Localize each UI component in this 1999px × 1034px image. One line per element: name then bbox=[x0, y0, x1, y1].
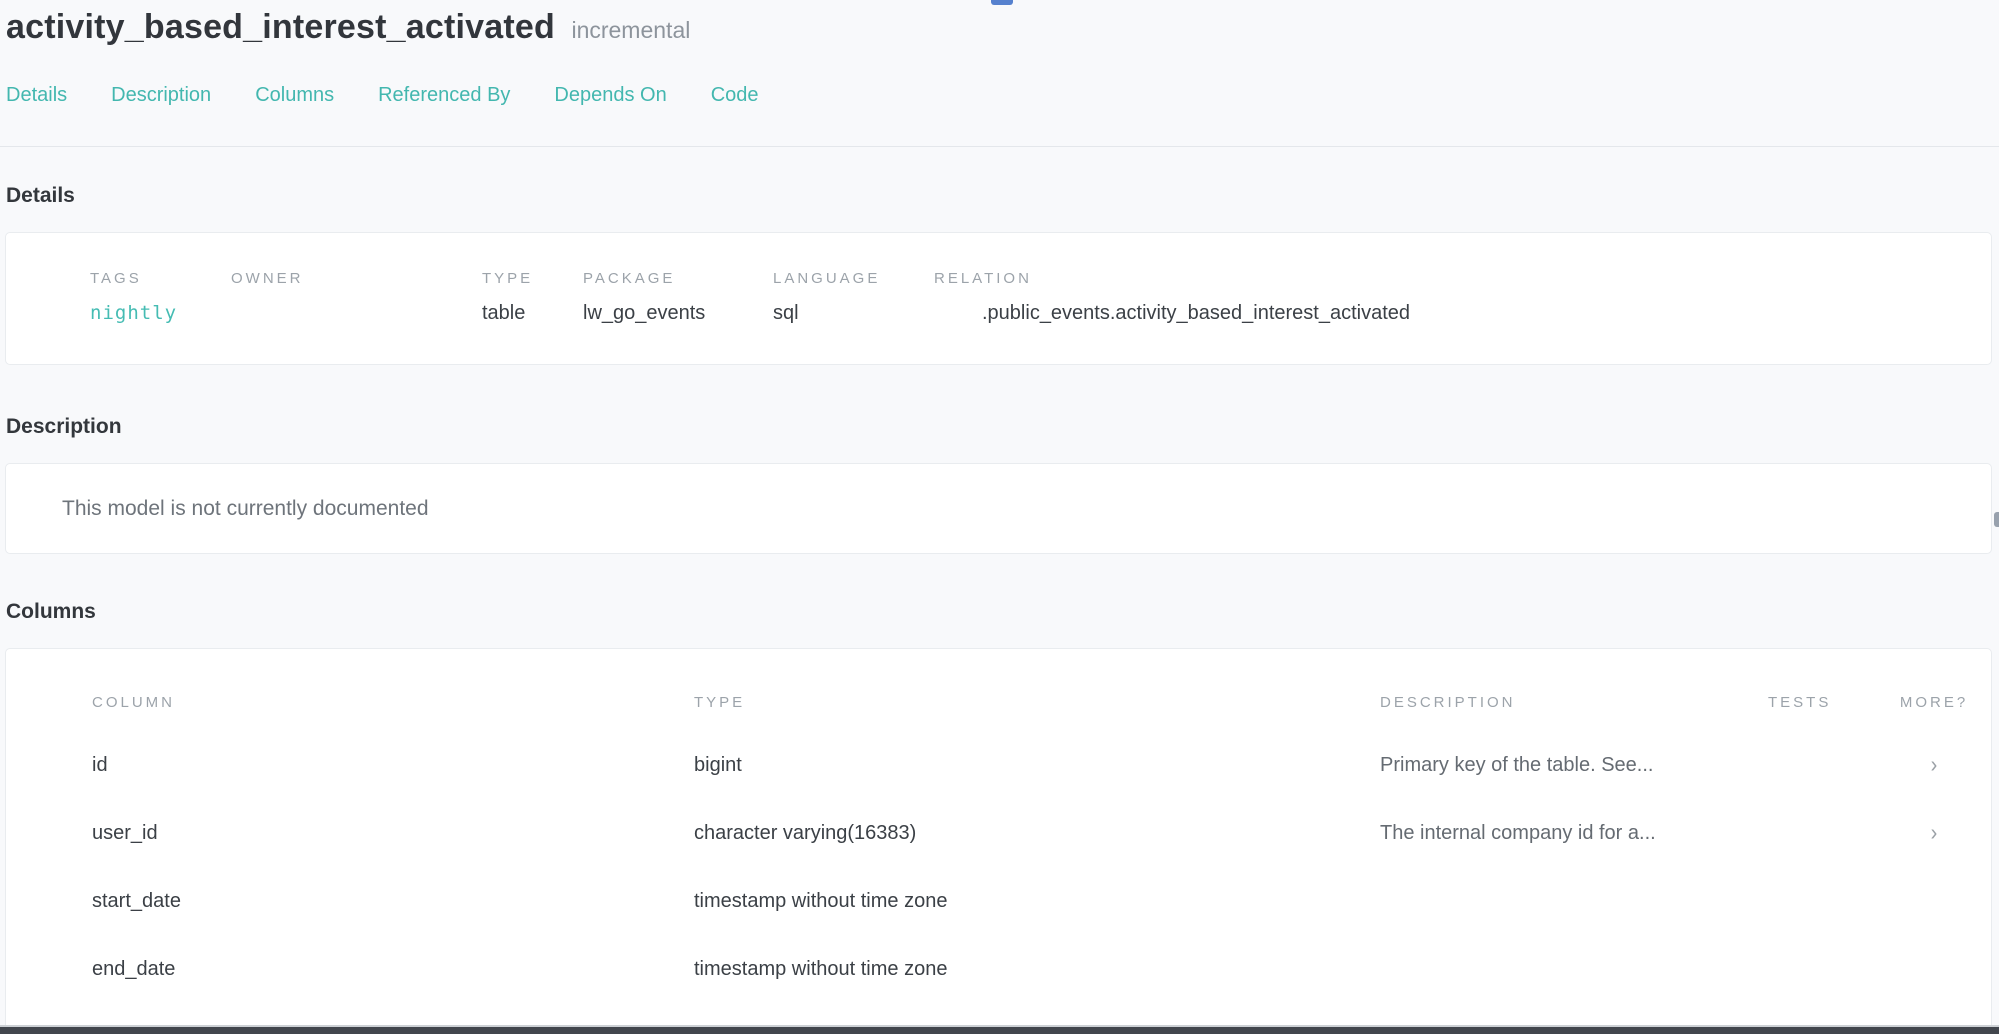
cell-column-description: Primary key of the table. See... bbox=[1380, 754, 1768, 777]
field-label-relation: RELATION bbox=[934, 270, 1991, 287]
bottom-edge-bar bbox=[0, 1025, 1999, 1034]
field-label-package: PACKAGE bbox=[583, 270, 773, 287]
tab-details[interactable]: Details bbox=[6, 83, 67, 107]
column-header-type: TYPE bbox=[694, 694, 1380, 711]
cut-off-edge-button[interactable] bbox=[1994, 512, 1999, 527]
field-language: LANGUAGE sql bbox=[773, 270, 934, 326]
description-section-heading: Description bbox=[6, 415, 1999, 439]
description-text: This model is not currently documented bbox=[62, 496, 1991, 522]
cell-column-name: id bbox=[92, 754, 694, 777]
columns-card: COLUMN TYPE DESCRIPTION TESTS MORE? id b… bbox=[5, 648, 1992, 1034]
field-value-package: lw_go_events bbox=[583, 301, 773, 326]
field-label-tags: TAGS bbox=[90, 270, 231, 287]
tab-columns[interactable]: Columns bbox=[255, 83, 334, 107]
nav-divider bbox=[0, 146, 1999, 147]
field-label-type: TYPE bbox=[482, 270, 583, 287]
column-header-column: COLUMN bbox=[92, 694, 694, 711]
cell-column-type: timestamp without time zone bbox=[694, 958, 1380, 981]
row-expand-chevron-icon[interactable]: › bbox=[1931, 752, 1938, 778]
field-tags: TAGS nightly bbox=[90, 270, 231, 326]
tab-nav: Details Description Columns Referenced B… bbox=[6, 83, 1999, 107]
field-value-type: table bbox=[482, 301, 583, 326]
cell-column-type: character varying(16383) bbox=[694, 822, 1380, 845]
table-row-id[interactable]: id bigint Primary key of the table. See.… bbox=[6, 731, 1991, 799]
tab-depends-on[interactable]: Depends On bbox=[554, 83, 666, 107]
cell-column-name: end_date bbox=[92, 958, 694, 981]
field-value-owner bbox=[231, 301, 482, 326]
field-relation: RELATION .public_events.activity_based_i… bbox=[934, 270, 1991, 326]
column-header-more: MORE? bbox=[1894, 694, 1974, 711]
field-package: PACKAGE lw_go_events bbox=[583, 270, 773, 326]
details-section-heading: Details bbox=[6, 184, 1999, 208]
column-header-description: DESCRIPTION bbox=[1380, 694, 1768, 711]
column-header-tests: TESTS bbox=[1768, 694, 1894, 711]
cell-column-name: start_date bbox=[92, 890, 694, 913]
table-row-start-date[interactable]: start_date timestamp without time zone bbox=[6, 867, 1991, 935]
columns-table-body: id bigint Primary key of the table. See.… bbox=[6, 731, 1991, 1003]
cell-column-name: user_id bbox=[92, 822, 694, 845]
field-value-relation: .public_events.activity_based_interest_a… bbox=[934, 301, 1991, 326]
cell-column-type: bigint bbox=[694, 754, 1380, 777]
columns-table-header: COLUMN TYPE DESCRIPTION TESTS MORE? bbox=[6, 689, 1991, 715]
page-title: activity_based_interest_activated bbox=[6, 8, 555, 46]
field-label-owner: OWNER bbox=[231, 270, 482, 287]
columns-section-heading: Columns bbox=[6, 600, 1999, 624]
description-card: This model is not currently documented bbox=[5, 463, 1992, 554]
tab-code[interactable]: Code bbox=[711, 83, 759, 107]
details-card: TAGS nightly OWNER TYPE table PACKAGE lw… bbox=[5, 232, 1992, 365]
field-type: TYPE table bbox=[482, 270, 583, 326]
table-row-end-date[interactable]: end_date timestamp without time zone bbox=[6, 935, 1991, 1003]
field-label-language: LANGUAGE bbox=[773, 270, 934, 287]
row-expand-chevron-icon[interactable]: › bbox=[1931, 820, 1938, 846]
tab-referenced-by[interactable]: Referenced By bbox=[378, 83, 510, 107]
field-owner: OWNER bbox=[231, 270, 482, 326]
field-value-language: sql bbox=[773, 301, 934, 326]
materialization-badge: incremental bbox=[571, 17, 690, 43]
tab-description[interactable]: Description bbox=[111, 83, 211, 107]
table-row-user-id[interactable]: user_id character varying(16383) The int… bbox=[6, 799, 1991, 867]
cut-off-link-fragment bbox=[991, 0, 1013, 5]
tag-link-nightly[interactable]: nightly bbox=[90, 301, 231, 326]
cell-column-description: The internal company id for a... bbox=[1380, 822, 1768, 845]
page-header: activity_based_interest_activated increm… bbox=[0, 0, 1999, 47]
cell-column-type: timestamp without time zone bbox=[694, 890, 1380, 913]
